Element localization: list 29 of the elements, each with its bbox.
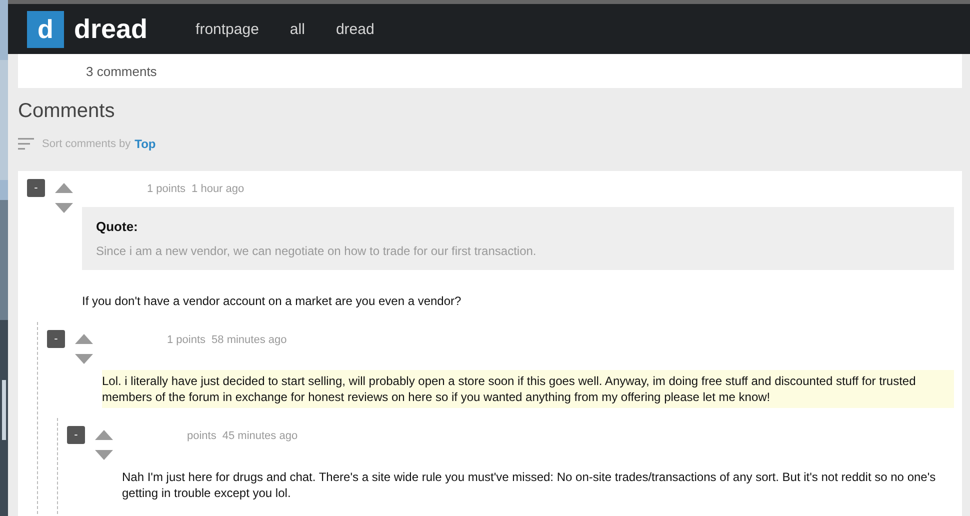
downvote-icon[interactable] — [95, 450, 113, 460]
quote-text: Since i am a new vendor, we can negotiate on how to trade for our first transaction. — [96, 244, 538, 258]
collapse-button[interactable]: - — [67, 426, 85, 444]
comment-text: If you don't have a vendor account on a market are you even a vendor? — [82, 293, 462, 310]
sort-label: Sort comments by — [42, 138, 131, 150]
upvote-icon[interactable] — [55, 183, 73, 193]
collapse-button[interactable]: - — [47, 330, 65, 348]
comment-points: 1 points — [167, 334, 206, 346]
upvote-icon[interactable] — [75, 334, 93, 344]
downvote-icon[interactable] — [75, 354, 93, 364]
nav-link[interactable]: dread — [336, 20, 374, 38]
comment-text: Nah I'm just here for drugs and chat. There's a site wide rule you must've missed: No on-site trades/transactions of any sort. But it's not reddit so no one's getting in trouble except you lol. — [122, 469, 937, 502]
downvote-icon[interactable] — [55, 203, 73, 213]
nav-link[interactable]: frontpage — [196, 20, 259, 38]
logo-icon[interactable]: d — [27, 10, 64, 48]
collapse-button[interactable]: - — [27, 179, 45, 197]
comment-time: 45 minutes ago — [222, 430, 298, 442]
quote-label: Quote: — [96, 219, 139, 234]
comment-time: 58 minutes ago — [212, 334, 287, 346]
comment-text: Lol. i literally have just decided to start selling, will probably open a store soon if this goes well. Anyway, im doing free stuff and discounted stuff for trusted members of the forum in exchange for honest reviews on here so if you wanted anything from my offering please let me know! — [102, 370, 954, 408]
comment-points: points — [187, 430, 216, 442]
comment-time: 1 hour ago — [192, 183, 244, 195]
nav-link[interactable]: all — [290, 20, 305, 38]
site-name[interactable]: dread — [74, 14, 148, 44]
comment-points: 1 points — [147, 183, 186, 195]
upvote-icon[interactable] — [95, 430, 113, 440]
comment-count[interactable]: 3 comments — [86, 64, 157, 78]
comments-heading: Comments — [18, 100, 116, 123]
sort-icon — [18, 138, 34, 150]
